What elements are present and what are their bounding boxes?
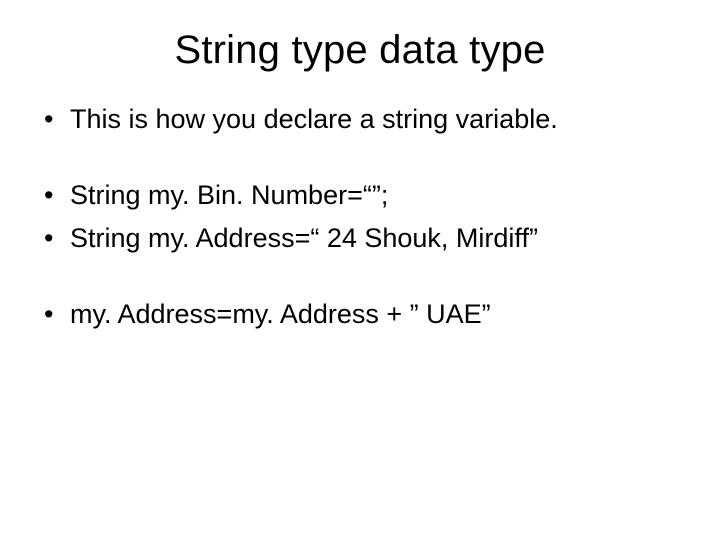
bullet-list: my. Address=my. Address + ” UAE” bbox=[36, 296, 684, 332]
bullet-item: String my. Bin. Number=“”; bbox=[36, 177, 684, 213]
spacer bbox=[36, 262, 684, 296]
spacer bbox=[36, 143, 684, 177]
bullet-item: String my. Address=“ 24 Shouk, Mirdiff” bbox=[36, 220, 684, 256]
bullet-list: This is how you declare a string variabl… bbox=[36, 101, 684, 137]
bullet-list: String my. Bin. Number=“”; String my. Ad… bbox=[36, 177, 684, 256]
slide-title: String type data type bbox=[36, 28, 684, 73]
slide: String type data type This is how you de… bbox=[0, 0, 720, 540]
bullet-item: This is how you declare a string variabl… bbox=[36, 101, 684, 137]
bullet-item: my. Address=my. Address + ” UAE” bbox=[36, 296, 684, 332]
